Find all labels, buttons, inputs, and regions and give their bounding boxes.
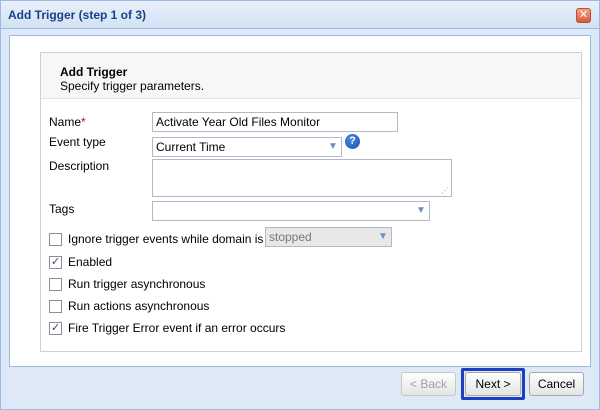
help-icon[interactable]: ? [345,134,360,149]
resize-handle-icon[interactable]: ⋰ [441,187,449,195]
run-trigger-async-checkbox[interactable] [49,278,62,291]
dialog-footer: < Back Next > Cancel [9,367,591,405]
fire-error-checkbox[interactable]: ✓ [49,322,62,335]
tags-label: Tags [49,202,75,216]
fire-error-label: Fire Trigger Error event if an error occ… [68,321,286,335]
form-card: Add Trigger Specify trigger parameters. … [40,52,582,352]
add-trigger-dialog: Add Trigger (step 1 of 3) ✕ Add Trigger … [0,0,600,410]
description-label: Description [49,159,110,173]
cancel-button[interactable]: Cancel [529,372,584,396]
name-input[interactable]: Activate Year Old Files Monitor [152,112,398,132]
step-header: Add Trigger Specify trigger parameters. [41,53,581,99]
chevron-down-icon[interactable]: ▼ [413,202,429,220]
dialog-titlebar[interactable]: Add Trigger (step 1 of 3) ✕ [1,1,599,29]
step-title: Add Trigger [60,65,128,79]
event-type-value: Current Time [156,140,226,154]
enabled-checkbox[interactable]: ✓ [49,256,62,269]
event-type-select[interactable]: Current Time ▼ [152,137,342,157]
name-label: Name* [49,115,86,129]
required-mark: * [81,115,86,129]
run-actions-async-label: Run actions asynchronous [68,299,210,313]
enabled-label: Enabled [68,255,113,269]
name-label-text: Name [49,115,82,129]
tags-select[interactable]: ▼ [152,201,430,221]
chevron-down-icon[interactable]: ▼ [375,228,391,246]
run-trigger-async-label: Run trigger asynchronous [68,277,206,291]
run-actions-async-checkbox[interactable] [49,300,62,313]
dialog-title: Add Trigger (step 1 of 3) [8,8,147,22]
ignore-events-checkbox[interactable] [49,233,62,246]
domain-state-select[interactable]: stopped ▼ [265,227,392,247]
next-button[interactable]: Next > [465,372,521,396]
event-type-label: Event type [49,135,106,149]
back-button[interactable]: < Back [401,372,456,396]
ignore-events-label: Ignore trigger events while domain is [68,232,264,246]
description-textarea[interactable]: ⋰ [152,159,452,197]
step-subtitle: Specify trigger parameters. [60,79,205,93]
domain-state-value: stopped [269,230,312,244]
chevron-down-icon[interactable]: ▼ [325,138,341,156]
close-icon[interactable]: ✕ [576,8,591,23]
dialog-body: Add Trigger Specify trigger parameters. … [9,35,591,367]
